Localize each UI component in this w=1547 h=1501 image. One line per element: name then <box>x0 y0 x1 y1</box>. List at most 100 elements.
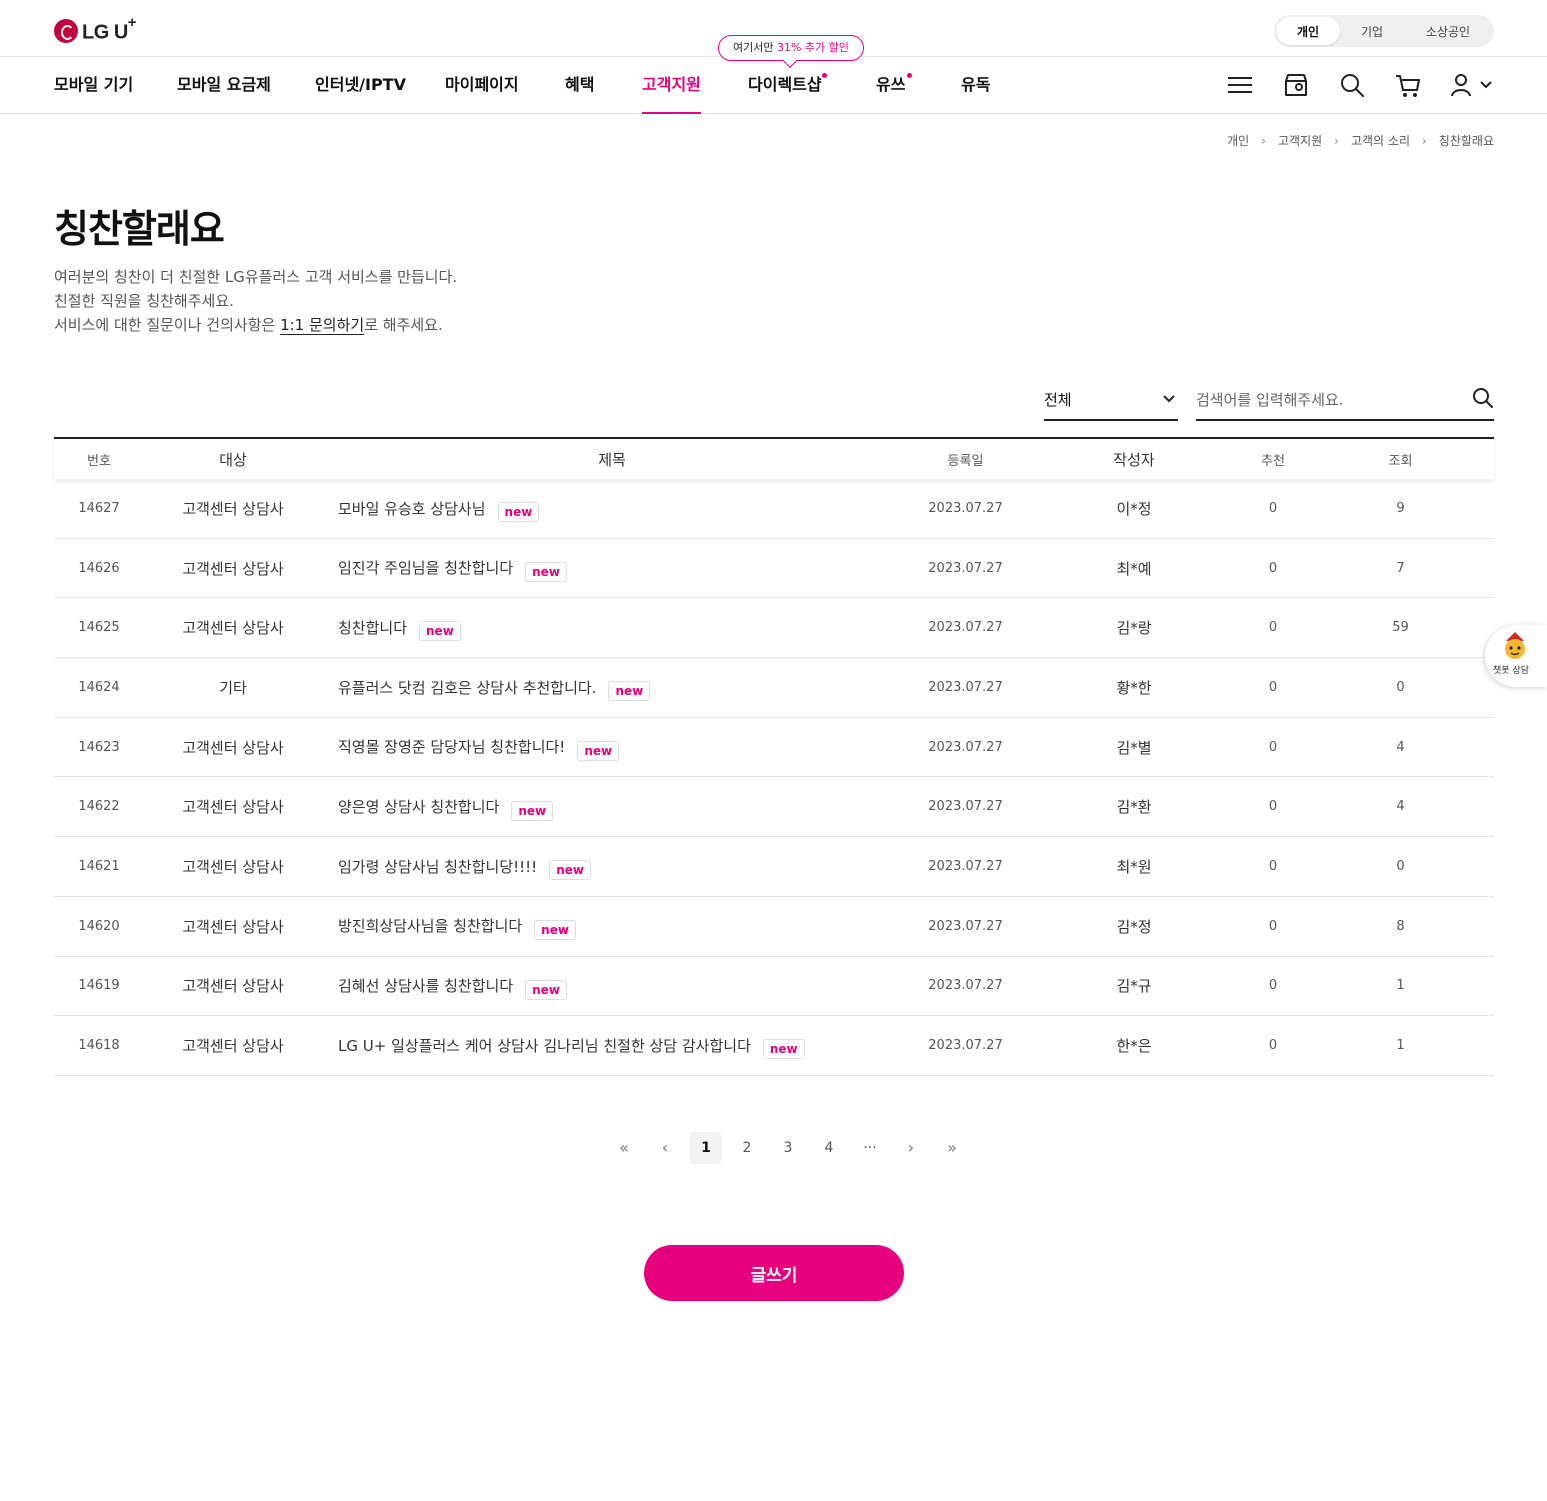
row-author: 김*규 <box>1029 975 1239 996</box>
table-row[interactable]: 14625 고객센터 상담사 칭찬합니다 new 2023.07.27 김*랑 0 59 <box>54 598 1494 659</box>
row-view-count-text: 1 <box>1396 1038 1405 1054</box>
table-row[interactable]: 14619 고객센터 상담사 김혜선 상담사를 칭찬합니다 new 2023.07.27… <box>54 957 1494 1017</box>
promo-bubble[interactable]: 여기서만 31% 추가 할인 <box>718 35 864 61</box>
segment-personal[interactable]: 개인 <box>1276 17 1340 45</box>
nav-item-youth[interactable]: 유쓰 <box>876 57 905 113</box>
nav-item-benefits[interactable]: 혜택 <box>565 57 594 113</box>
row-subject[interactable]: 양은영 상담사 칭찬합니다 new <box>322 796 902 821</box>
row-subject[interactable]: LG U+ 일상플러스 케어 상담사 김나리님 친절한 상담 감사합니다 new <box>322 1035 902 1060</box>
nav-item-customer-support[interactable]: 고객지원 <box>642 57 701 114</box>
hamburger-icon[interactable] <box>1226 71 1254 99</box>
row-subject[interactable]: 유플러스 닷컴 김호은 상담사 추천합니다. new <box>322 677 902 702</box>
row-date: 2023.07.27 <box>902 859 1029 874</box>
row-subject-text[interactable]: 김혜선 상담사를 칭찬합니다 <box>338 977 513 995</box>
table-row[interactable]: 14620 고객센터 상담사 방진희상담사님을 칭찬합니다 new 2023.07.27… <box>54 897 1494 957</box>
segment-business[interactable]: 기업 <box>1340 17 1404 45</box>
search-icon[interactable] <box>1472 387 1494 409</box>
row-subject[interactable]: 직영몰 장영준 담당자님 칭찬합니다! new <box>322 736 902 761</box>
row-date: 2023.07.27 <box>902 740 1029 755</box>
table-row[interactable]: 14623 고객센터 상담사 직영몰 장영준 담당자님 칭찬합니다! new 2023.… <box>54 718 1494 778</box>
table-row[interactable]: 14618 고객센터 상담사 LG U+ 일상플러스 케어 상담사 김나리님 친절한… <box>54 1016 1494 1076</box>
last-page-icon[interactable]: » <box>936 1132 968 1164</box>
table-row[interactable]: 14627 고객센터 상담사 모바일 유승호 상담사님 new 2023.07.27 이*… <box>54 479 1494 539</box>
search-icon[interactable] <box>1338 71 1366 99</box>
table-row[interactable]: 14621 고객센터 상담사 임가령 상담사님 칭찬합니당!!!! new 2023.0… <box>54 837 1494 897</box>
row-subject-text[interactable]: 방진희상담사님을 칭찬합니다 <box>338 917 522 935</box>
row-subject-text[interactable]: 임진각 주임님을 칭찬합니다 <box>338 559 513 577</box>
breadcrumb-item[interactable]: 고객의 소리 <box>1351 132 1410 149</box>
row-view-count: 7 <box>1307 561 1494 576</box>
row-author-text: 김*랑 <box>1116 619 1152 638</box>
table-row[interactable]: 14624 기타 유플러스 닷컴 김호은 상담사 추천합니다. new 2023.07.… <box>54 658 1494 718</box>
page-4[interactable]: 4 <box>813 1132 845 1164</box>
row-subject[interactable]: 임진각 주임님을 칭찬합니다 new <box>322 557 902 582</box>
nav-item-udok[interactable]: 유독 <box>961 57 990 113</box>
table-row[interactable]: 14622 고객센터 상담사 양은영 상담사 칭찬합니다 new 2023.07.27 김… <box>54 777 1494 838</box>
row-date-text: 2023.07.27 <box>928 918 1003 934</box>
breadcrumb-item[interactable]: 고객지원 <box>1278 132 1322 149</box>
row-date: 2023.07.27 <box>902 501 1029 516</box>
brand-logo[interactable]: LG U+ <box>54 14 137 45</box>
nav-item-internet-iptv[interactable]: 인터넷/IPTV <box>315 57 406 113</box>
row-subject-text[interactable]: LG U+ 일상플러스 케어 상담사 김나리님 친절한 상담 감사합니다 <box>338 1037 751 1055</box>
row-number: 14626 <box>54 561 144 576</box>
new-badge: new <box>534 919 576 940</box>
new-dot-indicator <box>907 73 912 78</box>
row-subject-text[interactable]: 칭찬합니다 <box>338 619 407 637</box>
search-input[interactable] <box>1196 383 1456 417</box>
write-button[interactable]: 글쓰기 <box>644 1245 904 1301</box>
row-date-text: 2023.07.27 <box>928 679 1003 695</box>
row-date-text: 2023.07.27 <box>928 1038 1003 1054</box>
desc-line: 여러분의 칭찬이 더 친절한 LG유플러스 고객 서비스를 만듭니다. <box>54 268 458 286</box>
nav-item-mobile-devices[interactable]: 모바일 기기 <box>54 57 133 113</box>
row-recommend-count-text: 0 <box>1268 560 1278 576</box>
user-icon[interactable] <box>1450 71 1494 99</box>
row-recommend-count-text: 0 <box>1268 739 1278 755</box>
row-recommend-count-text: 0 <box>1268 1038 1278 1054</box>
page-2[interactable]: 2 <box>731 1132 763 1164</box>
cart-icon[interactable] <box>1394 71 1422 99</box>
row-subject[interactable]: 모바일 유승호 상담사님 new <box>322 498 902 523</box>
inquiry-link[interactable]: 1:1 문의하기 <box>280 316 365 335</box>
row-view-count: 0 <box>1307 859 1494 874</box>
store-location-icon[interactable] <box>1282 71 1310 99</box>
page-1[interactable]: 1 <box>690 1132 722 1164</box>
nav-item-direct-shop[interactable]: 다이렉트샵 <box>748 57 822 113</box>
row-target-text: 고객센터 상담사 <box>182 1037 284 1056</box>
row-subject[interactable]: 김혜선 상담사를 칭찬합니다 new <box>322 975 902 1000</box>
row-subject-text[interactable]: 임가령 상담사님 칭찬합니당!!!! <box>338 858 537 876</box>
page-3[interactable]: 3 <box>772 1132 804 1164</box>
row-date: 2023.07.27 <box>902 919 1029 934</box>
category-select[interactable]: 전체 <box>1044 383 1178 421</box>
brand-name: LG U+ <box>82 14 137 44</box>
col-subject: 제목 <box>598 450 626 469</box>
row-subject[interactable]: 방진희상담사님을 칭찬합니다 new <box>322 915 902 940</box>
prev-page-icon[interactable]: ‹ <box>649 1132 681 1164</box>
row-view-count: 9 <box>1307 501 1494 516</box>
table-row[interactable]: 14626 고객센터 상담사 임진각 주임님을 칭찬합니다 new 2023.07.27… <box>54 539 1494 599</box>
row-target: 고객센터 상담사 <box>144 558 322 579</box>
row-number-text: 14622 <box>78 799 120 815</box>
row-date-text: 2023.07.27 <box>928 500 1003 516</box>
new-badge: new <box>525 561 567 582</box>
row-recommend-count-text: 0 <box>1268 799 1278 815</box>
nav-item-mypage[interactable]: 마이페이지 <box>445 57 519 113</box>
row-subject-text[interactable]: 직영몰 장영준 담당자님 칭찬합니다! <box>338 738 565 756</box>
nav-item-mobile-plans[interactable]: 모바일 요금제 <box>177 57 271 113</box>
segment-small-business[interactable]: 소상공인 <box>1404 17 1492 45</box>
row-view-count: 8 <box>1307 919 1494 934</box>
row-number-text: 14626 <box>78 560 120 576</box>
row-subject-text[interactable]: 유플러스 닷컴 김호은 상담사 추천합니다. <box>338 679 596 697</box>
row-number: 14624 <box>54 680 144 695</box>
row-subject-text[interactable]: 모바일 유승호 상담사님 <box>338 500 486 518</box>
row-subject[interactable]: 임가령 상담사님 칭찬합니당!!!! new <box>322 856 902 881</box>
row-view-count-text: 4 <box>1396 739 1405 755</box>
next-page-icon[interactable]: › <box>895 1132 927 1164</box>
row-subject-text[interactable]: 양은영 상담사 칭찬합니다 <box>338 798 499 816</box>
row-target-text: 고객센터 상담사 <box>182 738 284 757</box>
row-subject[interactable]: 칭찬합니다 new <box>322 617 902 642</box>
first-page-icon[interactable]: « <box>608 1132 640 1164</box>
chatbot-button[interactable]: 챗봇 상담 <box>1485 625 1547 687</box>
breadcrumb-item[interactable]: 개인 <box>1227 132 1249 149</box>
row-target-text: 고객센터 상담사 <box>182 619 284 638</box>
